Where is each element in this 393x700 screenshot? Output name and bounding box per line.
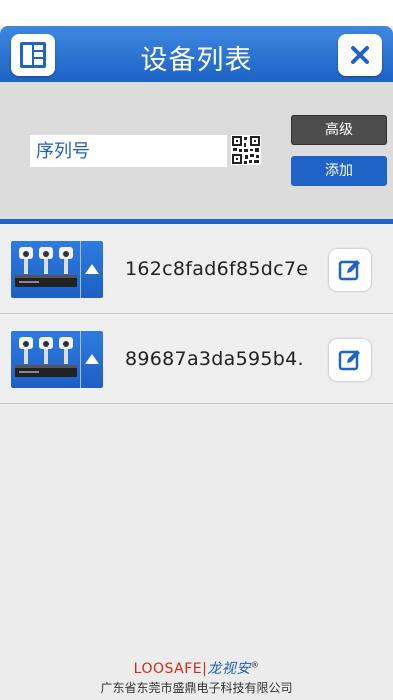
serial-number-input[interactable]	[30, 135, 227, 167]
company-name: 广东省东莞市盛鼎电子科技有限公司	[100, 681, 293, 695]
thumb-divider	[80, 331, 81, 388]
edit-button[interactable]	[329, 339, 371, 381]
device-thumbnail	[11, 331, 103, 388]
device-serial: 162c8fad6f85dc7e	[125, 258, 309, 280]
edit-icon	[338, 350, 360, 371]
triangle-up-icon[interactable]	[84, 263, 100, 275]
status-bar	[0, 0, 393, 26]
camera-dvr-icon	[15, 337, 77, 377]
thumb-divider	[80, 241, 81, 298]
close-button[interactable]	[338, 34, 382, 76]
device-thumbnail	[11, 241, 103, 298]
page-title: 设备列表	[140, 45, 253, 76]
triangle-up-icon[interactable]	[84, 353, 100, 365]
brand-logo: LOOSAFE|龙视安®	[0, 658, 393, 678]
brand-name-en: LOOSAFE	[133, 661, 203, 677]
search-panel: 高级 添加	[0, 82, 393, 219]
close-icon	[351, 46, 369, 64]
advanced-button[interactable]: 高级	[291, 115, 387, 145]
qr-code-icon[interactable]	[231, 135, 261, 165]
brand-name-cn: 龙视安	[207, 661, 251, 677]
device-serial: 89687a3da595b4.	[125, 348, 304, 370]
edit-button[interactable]	[329, 249, 371, 291]
edit-icon	[338, 260, 360, 281]
registered-mark: ®	[250, 660, 260, 670]
device-row[interactable]: 89687a3da595b4.	[0, 314, 393, 404]
add-button[interactable]: 添加	[291, 156, 387, 186]
device-list: 162c8fad6f85dc7e 89687a3da595b4.	[0, 224, 393, 404]
camera-dvr-icon	[15, 247, 77, 287]
device-row[interactable]: 162c8fad6f85dc7e	[0, 224, 393, 314]
title-bar: 设备列表	[0, 26, 393, 82]
